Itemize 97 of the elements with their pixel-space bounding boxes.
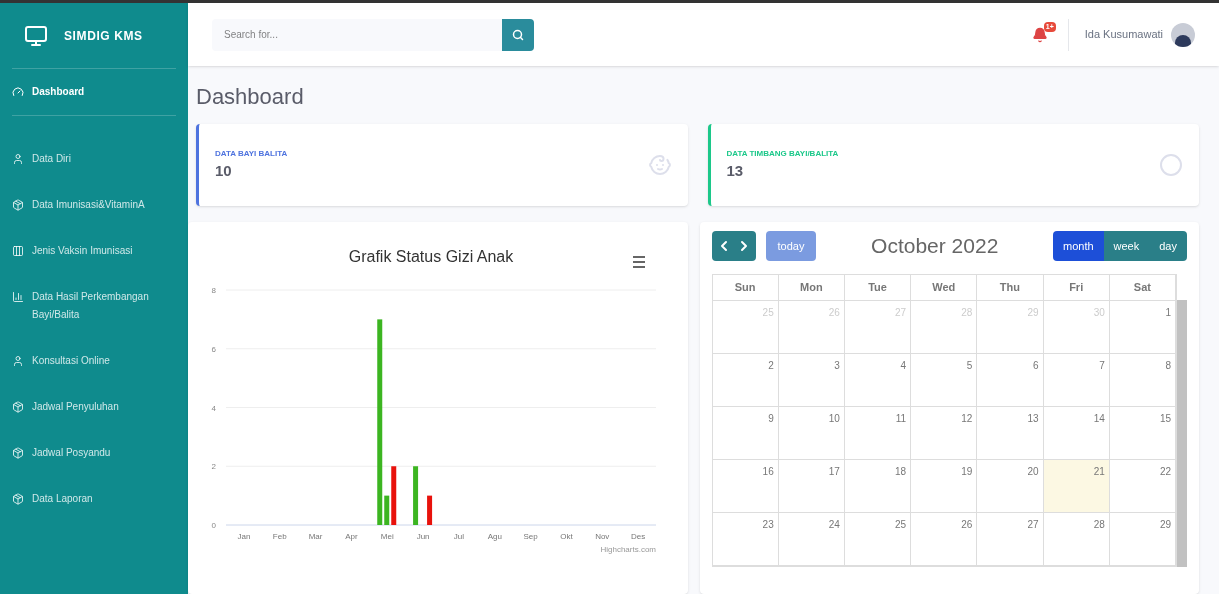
x-tick-label: Feb [272, 532, 287, 541]
day-cell[interactable]: 11 [844, 406, 912, 459]
stat-label: DATA BAYI BALITA [215, 147, 289, 160]
day-cell[interactable]: 21 [1043, 459, 1110, 512]
day-cell[interactable]: 16 [712, 459, 779, 512]
y-tick-label: 8 [211, 286, 216, 295]
bar [427, 495, 433, 525]
x-tick-label: Apr [345, 532, 358, 541]
user-name[interactable]: Ida Kusumawati [1084, 26, 1163, 43]
day-cell[interactable]: 19 [911, 459, 978, 512]
weekday-header: Fri [1043, 275, 1110, 300]
stat-value: 13 [726, 160, 745, 181]
menu-item-icon [12, 245, 24, 257]
sidebar-item[interactable]: Data Imunisasi&VitaminA [12, 182, 176, 228]
y-tick-label: 4 [211, 403, 216, 413]
chart-credit: Highcharts.com [600, 545, 656, 554]
view-tab[interactable]: week [1103, 231, 1150, 261]
menu-item-icon [12, 199, 24, 211]
sidebar-item[interactable]: Dashboard [12, 69, 176, 115]
menu-item-icon [12, 493, 24, 505]
day-cell[interactable]: 15 [1109, 406, 1176, 459]
y-tick-label: 6 [211, 344, 216, 354]
brand-name: SIMDIG KMS [64, 27, 143, 45]
chart-title: Grafik Status Gizi Anak [348, 248, 514, 265]
day-cell[interactable]: 20 [977, 459, 1044, 512]
weekday-header: Mon [778, 275, 845, 300]
day-cell[interactable]: 25 [844, 512, 912, 565]
weekday-header: Tue [844, 275, 912, 300]
day-cell[interactable]: 3 [778, 353, 845, 406]
chart-menu-icon[interactable] [633, 256, 645, 268]
sidebar-item[interactable]: Data Diri [12, 136, 176, 182]
search-button[interactable] [502, 18, 534, 51]
x-tick-label: Jun [416, 532, 430, 541]
x-tick-label: Okt [560, 532, 573, 541]
day-cell[interactable]: 13 [977, 406, 1044, 459]
view-tab[interactable]: month [1053, 231, 1104, 261]
weekday-header: Wed [911, 275, 978, 300]
calendar-title: October 2022 [870, 233, 1000, 260]
avatar[interactable] [1171, 22, 1195, 47]
day-cell[interactable]: 24 [778, 512, 845, 565]
today-button[interactable]: today [765, 231, 817, 261]
day-cell[interactable]: 5 [911, 353, 978, 406]
laptop-logo-icon [24, 23, 48, 48]
day-cell[interactable]: 2 [712, 353, 779, 406]
day-cell[interactable]: 28 [1043, 512, 1110, 565]
day-cell[interactable]: 14 [1043, 406, 1110, 459]
day-cell[interactable]: 26 [911, 512, 978, 565]
day-cell[interactable]: 1 [1109, 300, 1176, 353]
x-tick-label: Mar [308, 532, 323, 541]
sidebar-item[interactable]: Jadwal Posyandu [12, 430, 176, 476]
day-cell[interactable]: 9 [712, 406, 779, 459]
menu-item-icon [12, 86, 24, 98]
weekday-header: Thu [977, 275, 1044, 300]
bar [413, 466, 419, 525]
day-cell[interactable]: 23 [712, 512, 779, 565]
day-cell[interactable]: 27 [977, 512, 1044, 565]
x-tick-label: Jan [237, 532, 251, 541]
sidebar-item[interactable]: Data Hasil Perkembangan Bayi/Balita [12, 274, 176, 338]
day-cell[interactable]: 18 [844, 459, 912, 512]
menu-item-icon [12, 355, 24, 367]
stat-value: 10 [215, 160, 233, 181]
x-tick-label: Nov [595, 532, 610, 541]
sidebar-item[interactable]: Konsultasi Online [12, 338, 176, 384]
menu-item-icon [12, 291, 24, 303]
day-cell[interactable]: 10 [778, 406, 845, 459]
page-title: Dashboard [196, 86, 305, 108]
day-cell[interactable]: 8 [1109, 353, 1176, 406]
day-cell[interactable]: 22 [1109, 459, 1176, 512]
x-tick-label: Sep [523, 532, 538, 541]
search-icon [512, 28, 524, 41]
menu-item-icon [12, 447, 24, 459]
weekday-header: Sat [1109, 275, 1176, 300]
y-tick-label: 0 [211, 521, 216, 530]
x-tick-label: Agu [487, 532, 502, 541]
scrollbar[interactable] [1177, 300, 1187, 567]
day-cell[interactable]: 29 [1109, 512, 1176, 565]
day-cell[interactable]: 6 [977, 353, 1044, 406]
day-cell[interactable]: 12 [911, 406, 978, 459]
view-tab[interactable]: day [1149, 231, 1187, 261]
stat-icon [1159, 153, 1183, 177]
menu-item-icon [12, 153, 24, 165]
x-tick-label: Jul [453, 532, 465, 541]
search-field[interactable]: Search for... [212, 18, 502, 51]
sidebar-item[interactable]: Jadwal Penyuluhan [12, 384, 176, 430]
day-cell[interactable]: 17 [778, 459, 845, 512]
bell-icon [1031, 26, 1048, 43]
menu-item-icon [12, 401, 24, 413]
stat-label: DATA TIMBANG BAYI/BALITA [726, 147, 840, 160]
x-tick-label: Des [630, 532, 646, 541]
y-tick-label: 2 [211, 462, 216, 472]
x-tick-label: Mei [380, 532, 394, 541]
sidebar-item[interactable]: Data Laporan [12, 476, 176, 522]
sidebar-item[interactable]: Jenis Vaksin Imunisasi [12, 228, 176, 274]
day-cell[interactable]: 4 [844, 353, 912, 406]
day-cell[interactable]: 7 [1043, 353, 1110, 406]
stat-icon [647, 153, 672, 177]
weekday-header: Sun [712, 275, 779, 300]
